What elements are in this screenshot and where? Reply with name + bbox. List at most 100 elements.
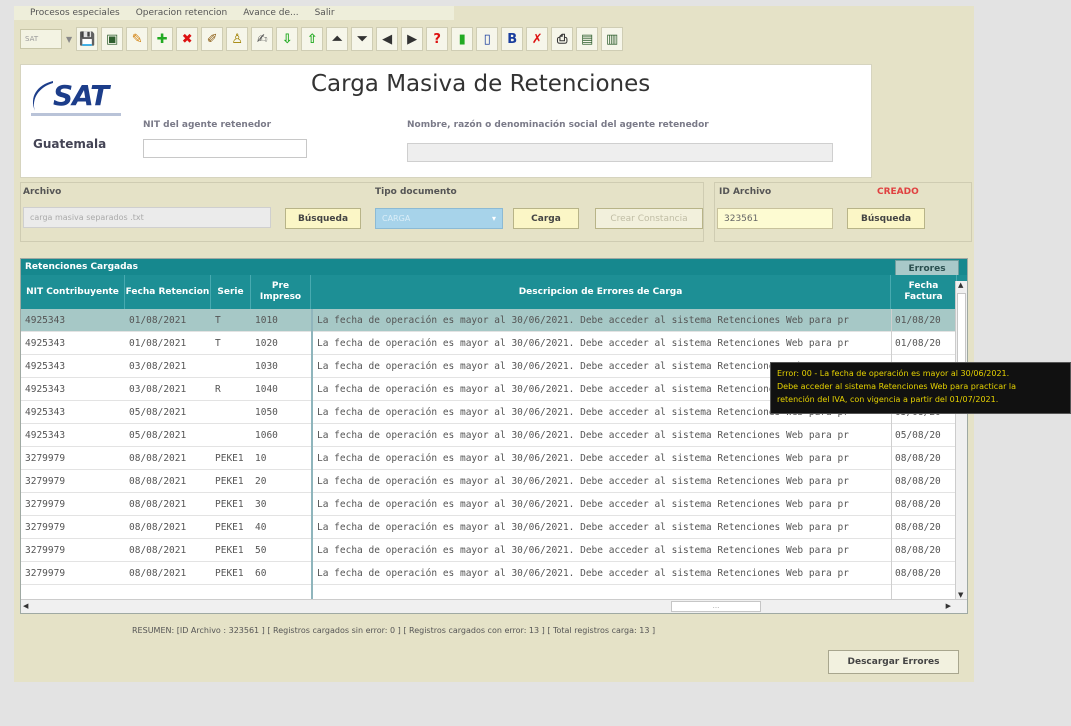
scroll-right-icon[interactable]: ▶ — [946, 602, 951, 610]
grid-rows: 4925343 01/08/2021 T 1010 La fecha de operac… — [21, 309, 967, 585]
cell-nit: 4925343 — [25, 361, 66, 372]
arrow-up-icon[interactable]: ⇧ — [301, 27, 324, 51]
document-icon[interactable]: ▯ — [476, 27, 499, 51]
cell-nit: 3279979 — [25, 522, 66, 533]
cell-serie: PEKE1 — [215, 522, 244, 533]
table-row[interactable]: 3279979 08/08/2021 PEKE1 10 La fecha de oper… — [21, 447, 967, 470]
cell-serie: R — [215, 384, 221, 395]
carga-button[interactable]: Carga — [513, 208, 579, 229]
table-row[interactable]: 3279979 08/08/2021 PEKE1 40 La fecha de oper… — [21, 516, 967, 539]
crear-constancia-button[interactable]: Crear Constancia — [595, 208, 703, 229]
download-errors-button[interactable]: Descargar Errores — [828, 650, 959, 674]
table-row[interactable]: 4925343 05/08/2021 1060 La fecha de operaci… — [21, 424, 967, 447]
archivo-field[interactable]: carga masiva separados .txt — [23, 207, 271, 228]
help-icon[interactable]: ? — [426, 27, 449, 51]
scroll-down-icon[interactable]: ▼ — [958, 591, 963, 599]
add-icon[interactable]: ✚ — [151, 27, 174, 51]
column-header-fecha-factura[interactable]: Fecha Factura — [891, 275, 957, 309]
book-icon[interactable]: ▮ — [451, 27, 474, 51]
vertical-scrollbar[interactable]: ▲ ▼ — [955, 281, 967, 599]
table-row[interactable]: 3279979 08/08/2021 PEKE1 30 La fecha de oper… — [21, 493, 967, 516]
chevron-down-icon: ▾ — [491, 214, 496, 223]
cell-fecha-retencion: 01/08/2021 — [129, 338, 187, 349]
column-header-descripcion[interactable]: Descripcion de Errores de Carga — [311, 275, 891, 309]
page-title: Carga Masiva de Retenciones — [311, 71, 651, 97]
chevron-down-icon[interactable]: ▼ — [66, 35, 72, 44]
cell-pre-impreso: 20 — [255, 476, 267, 487]
cell-nit: 4925343 — [25, 430, 66, 441]
logo-text: SAT — [53, 79, 109, 112]
cell-pre-impreso: 10 — [255, 453, 267, 464]
table-row[interactable]: 3279979 08/08/2021 PEKE1 50 La fecha de oper… — [21, 539, 967, 562]
cell-descripcion: La fecha de operación es mayor al 30/06/… — [317, 522, 849, 533]
country-label: Guatemala — [33, 137, 107, 151]
cell-fecha-retencion: 03/08/2021 — [129, 361, 187, 372]
logo-underline — [31, 113, 121, 116]
pencil-icon[interactable]: ✐ — [201, 27, 224, 51]
column-header-fecha-retencion[interactable]: Fecha Retencion — [125, 275, 211, 309]
toolbar-combo[interactable]: SAT — [20, 29, 62, 49]
column-divider — [311, 309, 313, 599]
summary-text: RESUMEN: [ID Archivo : 323561 ] [ Regist… — [132, 626, 656, 635]
table-row[interactable]: 3279979 08/08/2021 PEKE1 60 La fecha de oper… — [21, 562, 967, 585]
grid-title-bar: Retenciones Cargadas — [21, 259, 967, 275]
excel-icon[interactable]: ✗ — [526, 27, 549, 51]
tipo-documento-value: CARGA — [382, 214, 411, 223]
archivo-search-button[interactable]: Búsqueda — [285, 208, 361, 229]
table-row[interactable]: 4925343 01/08/2021 T 1020 La fecha de operac… — [21, 332, 967, 355]
nit-label: NIT del agente retenedor — [143, 120, 272, 130]
user-icon[interactable]: ♙ — [226, 27, 249, 51]
column-header-pre-impreso[interactable]: Pre Impreso — [251, 275, 311, 309]
nit-field[interactable] — [143, 139, 307, 158]
column-header-serie[interactable]: Serie — [211, 275, 251, 309]
cell-nit: 4925343 — [25, 384, 66, 395]
cell-fecha-retencion: 05/08/2021 — [129, 430, 187, 441]
cell-serie: T — [215, 315, 221, 326]
menu-salir[interactable]: Salir — [315, 8, 335, 18]
tooltip-line: Debe acceder al sistema Retenciones Web … — [777, 382, 1017, 391]
screen-alt-icon[interactable]: ▥ — [601, 27, 624, 51]
agent-name-field[interactable] — [407, 143, 833, 162]
print-icon[interactable]: ⎙ — [551, 27, 574, 51]
horizontal-scroll-thumb[interactable]: ... — [671, 601, 761, 612]
delete-icon[interactable]: ✖ — [176, 27, 199, 51]
menu-procesos-especiales[interactable]: Procesos especiales — [30, 8, 120, 18]
menu-avance[interactable]: Avance de... — [243, 8, 298, 18]
monitor-icon[interactable]: ▣ — [101, 27, 124, 51]
tooltip-line: Error: 00 - La fecha de operación es may… — [777, 369, 1010, 378]
column-header-nit[interactable]: NIT Contribuyente — [21, 275, 125, 309]
application-window: Procesos especiales Operacion retencion … — [14, 6, 974, 682]
document-b-icon[interactable]: B — [501, 27, 524, 51]
horizontal-scrollbar[interactable]: ◀ ... ▶ — [21, 599, 967, 613]
screen-icon[interactable]: ▤ — [576, 27, 599, 51]
agent-name-label: Nombre, razón o denominación social del … — [407, 120, 709, 130]
cell-fecha-factura: 08/08/20 — [895, 568, 941, 579]
table-row[interactable]: 3279979 08/08/2021 PEKE1 20 La fecha de oper… — [21, 470, 967, 493]
save-icon[interactable]: 💾 — [76, 27, 99, 51]
menu-operacion-retencion[interactable]: Operacion retencion — [136, 8, 228, 18]
first-icon[interactable]: ⏶ — [326, 27, 349, 51]
last-icon[interactable]: ⏷ — [351, 27, 374, 51]
cell-nit: 3279979 — [25, 568, 66, 579]
edit-icon[interactable]: ✎ — [126, 27, 149, 51]
arrow-down-icon[interactable]: ⇩ — [276, 27, 299, 51]
previous-icon[interactable]: ◀ — [376, 27, 399, 51]
cell-serie: PEKE1 — [215, 545, 244, 556]
cell-pre-impreso: 1020 — [255, 338, 278, 349]
cell-serie: PEKE1 — [215, 453, 244, 464]
cell-fecha-retencion: 01/08/2021 — [129, 315, 187, 326]
column-divider — [891, 309, 892, 599]
write-icon[interactable]: ✍ — [251, 27, 274, 51]
cell-serie: PEKE1 — [215, 568, 244, 579]
scroll-up-icon[interactable]: ▲ — [958, 281, 963, 289]
cell-fecha-factura: 05/08/20 — [895, 430, 941, 441]
table-row[interactable]: 4925343 01/08/2021 T 1010 La fecha de operac… — [21, 309, 967, 332]
tipo-documento-select[interactable]: CARGA ▾ — [375, 208, 503, 229]
next-icon[interactable]: ▶ — [401, 27, 424, 51]
cell-fecha-retencion: 08/08/2021 — [129, 568, 187, 579]
scroll-left-icon[interactable]: ◀ — [23, 602, 28, 610]
id-archivo-field[interactable]: 323561 — [717, 208, 833, 229]
cell-pre-impreso: 1040 — [255, 384, 278, 395]
id-archivo-search-button[interactable]: Búsqueda — [847, 208, 925, 229]
cell-descripcion: La fecha de operación es mayor al 30/06/… — [317, 545, 849, 556]
